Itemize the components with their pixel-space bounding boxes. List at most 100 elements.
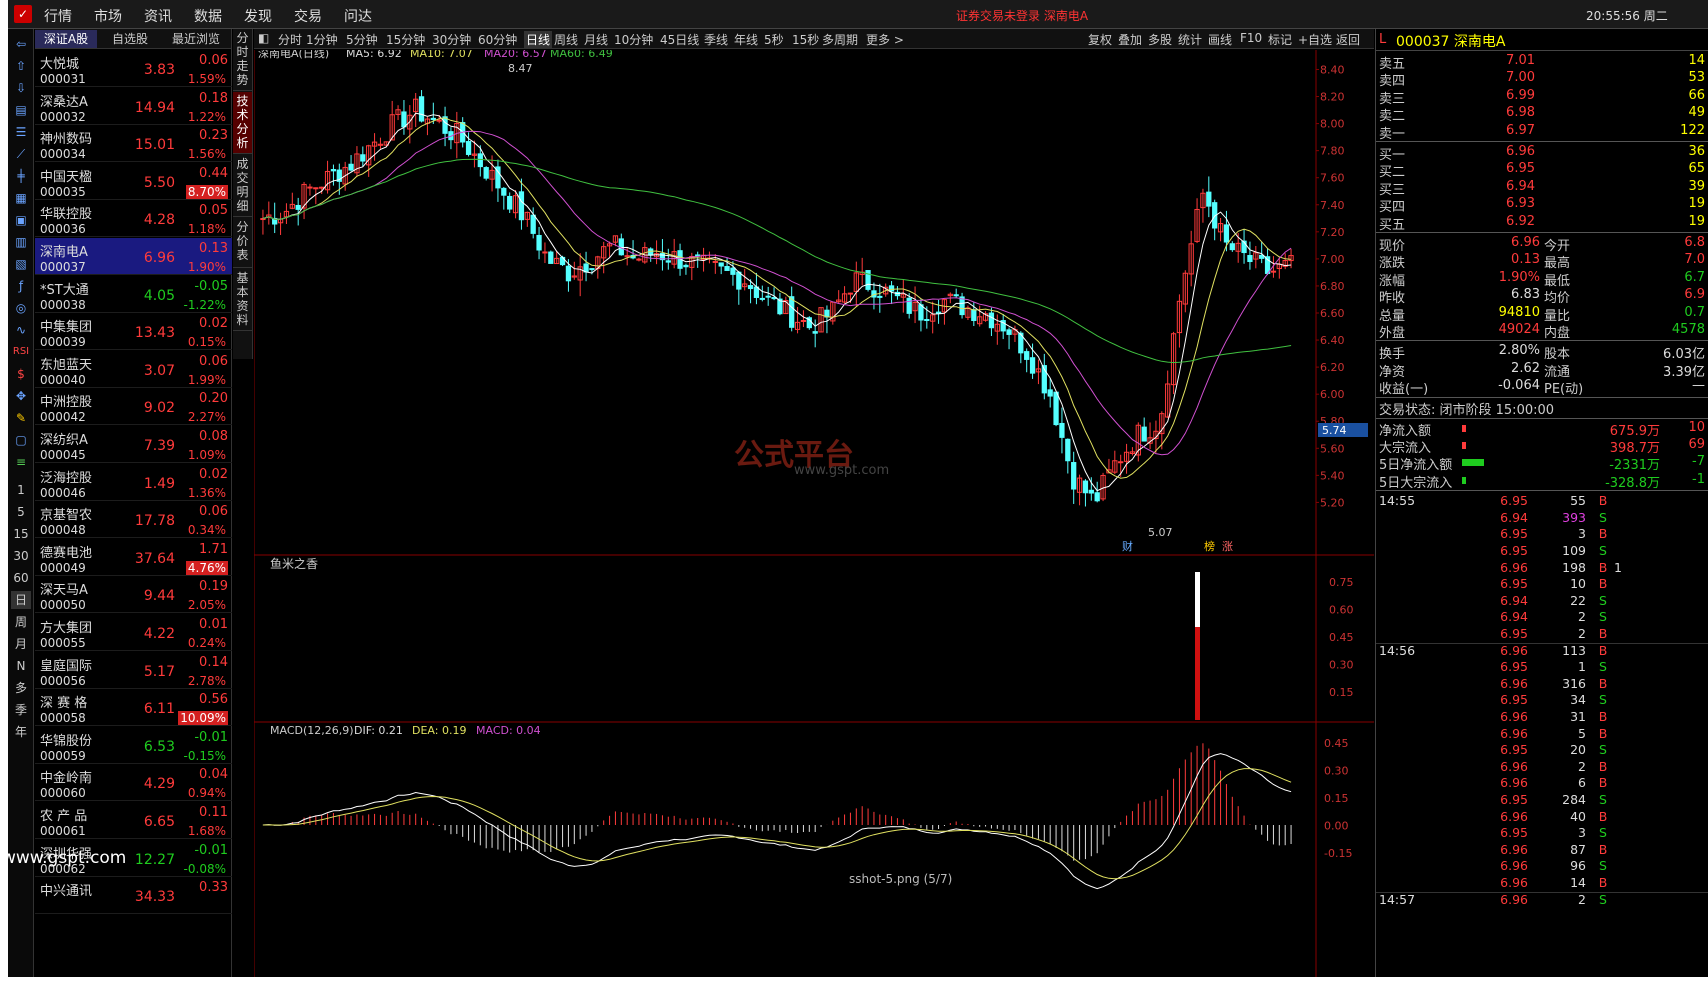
fs-icon[interactable]: ▢	[11, 431, 31, 449]
chart-action-button[interactable]: 多股	[1148, 31, 1172, 48]
stock-row[interactable]: 中集集团 000039 13.43 0.02 0.15%	[35, 313, 232, 351]
period-tab[interactable]: 15分钟	[386, 31, 425, 48]
move-icon[interactable]: ✥	[11, 387, 31, 405]
stock-row[interactable]: 京基智农 000048 17.78 0.06 0.34%	[35, 501, 232, 539]
tab-fundamentals[interactable]: 基本资料	[233, 269, 252, 331]
stock-row[interactable]: 皇庭国际 000056 5.17 0.14 2.78%	[35, 652, 232, 689]
period-tab[interactable]: 5秒	[764, 31, 784, 48]
tab-intraday[interactable]: 分时走势	[233, 29, 252, 91]
pencil-icon[interactable]: ✎	[11, 409, 31, 427]
list-icon[interactable]: ☰	[11, 123, 31, 141]
period-tab[interactable]: 1分钟	[306, 31, 338, 48]
stock-row[interactable]: 泛海控股 000046 1.49 0.02 1.36%	[35, 464, 232, 501]
formula-icon[interactable]: ƒ	[11, 277, 31, 295]
period-tab[interactable]: 日线	[524, 31, 553, 48]
back-arrow-icon[interactable]: ⇦	[11, 35, 31, 53]
chart-action-button[interactable]: 返回	[1336, 31, 1360, 48]
stock-row[interactable]: 华锦股份 000059 6.53 -0.01 -0.15%	[35, 727, 232, 764]
period-week[interactable]: 周	[11, 613, 31, 631]
grid-icon[interactable]: ▦	[11, 189, 31, 207]
tab-price-table[interactable]: 分价表	[233, 218, 252, 268]
menu-market[interactable]: 市场	[94, 6, 122, 26]
tab-recent[interactable]: 最近浏览	[163, 30, 229, 48]
menu-wenda[interactable]: 问达	[344, 6, 372, 26]
stock-row[interactable]: 农 产 品 000061 6.65 0.11 1.68%	[35, 802, 232, 839]
stock-row[interactable]: 大悦城 000031 3.83 0.06 1.59%	[35, 50, 232, 87]
chart-action-button[interactable]: 画线	[1208, 31, 1232, 48]
period-5[interactable]: 5	[11, 503, 31, 521]
period-tab[interactable]: 年线	[734, 31, 758, 48]
stock-row[interactable]: 中国天楹 000035 5.50 0.44 8.70%	[35, 163, 232, 200]
stock-row[interactable]: 德赛电池 000049 37.64 1.71 4.76%	[35, 539, 232, 576]
stock-row[interactable]: 深天马A 000050 9.44 0.19 2.05%	[35, 576, 232, 614]
stock-row[interactable]: *ST大通 000038 4.05 -0.05 -1.22%	[35, 276, 232, 313]
period-year[interactable]: 年	[11, 723, 31, 741]
chart-action-button[interactable]: +自选	[1298, 31, 1332, 48]
fund-icon[interactable]: ▣	[11, 211, 31, 229]
stock-row[interactable]: 神州数码 000034 15.01 0.23 1.56%	[35, 125, 232, 163]
period-60[interactable]: 60	[11, 569, 31, 587]
wave-icon[interactable]: ∿	[11, 321, 31, 339]
menu-discover[interactable]: 发现	[244, 6, 272, 26]
period-30[interactable]: 30	[11, 547, 31, 565]
chart-action-button[interactable]: F10	[1240, 31, 1262, 45]
stock-row[interactable]: 深桑达A 000032 14.94 0.18 1.22%	[35, 88, 232, 125]
period-tab[interactable]: 60分钟	[478, 31, 517, 48]
app-logo-icon[interactable]: ✓	[14, 5, 32, 23]
stock-row[interactable]: 深南电A 000037 6.96 0.13 1.90%	[35, 238, 232, 275]
period-15[interactable]: 15	[11, 525, 31, 543]
down-arrow-icon[interactable]: ⇩	[11, 79, 31, 97]
period-tab[interactable]: 多周期	[822, 31, 858, 48]
stock-row[interactable]: 华联控股 000036 4.28 0.05 1.18%	[35, 200, 232, 238]
period-tab[interactable]: 月线	[584, 31, 608, 48]
period-tab[interactable]: 季线	[704, 31, 728, 48]
table-icon[interactable]: ▥	[11, 233, 31, 251]
period-tab[interactable]: 周线	[554, 31, 578, 48]
stock-row[interactable]: 中金岭南 000060 4.29 0.04 0.94%	[35, 764, 232, 802]
period-n[interactable]: N	[11, 657, 31, 675]
period-quarter[interactable]: 季	[11, 701, 31, 719]
period-1[interactable]: 1	[11, 481, 31, 499]
stock-row[interactable]: 中洲控股 000042 9.02 0.20 2.27%	[35, 388, 232, 426]
stock-row[interactable]: 深 赛 格 000058 6.11 0.56 10.09%	[35, 689, 232, 727]
menu-news[interactable]: 资讯	[144, 6, 172, 26]
period-month[interactable]: 月	[11, 635, 31, 653]
chart-action-button[interactable]: 叠加	[1118, 31, 1142, 48]
layout-icon[interactable]: ◧	[258, 31, 269, 45]
period-tab[interactable]: 45日线	[660, 31, 699, 48]
chart-action-button[interactable]: 统计	[1178, 31, 1202, 48]
up-arrow-icon[interactable]: ⇧	[11, 57, 31, 75]
period-day[interactable]: 日	[11, 591, 31, 609]
compass-icon[interactable]: ◎	[11, 299, 31, 317]
login-warning[interactable]: 证券交易未登录 深南电A	[956, 7, 1088, 24]
chart-area[interactable]: 8.40 8.20 8.00 7.80 7.60 7.40 7.20 7.00 6.80 6.60…	[254, 50, 1374, 977]
period-tab[interactable]: 10分钟	[614, 31, 653, 48]
tab-watchlist[interactable]: 自选股	[99, 30, 161, 48]
tab-technical[interactable]: 技术分析	[233, 92, 252, 154]
chart-line-icon[interactable]: ⟋	[11, 145, 31, 163]
period-tab[interactable]: 30分钟	[432, 31, 471, 48]
menu-market-quotes[interactable]: 行情	[44, 6, 72, 26]
stack-icon[interactable]: ≡	[11, 453, 31, 471]
calendar-icon[interactable]: ▧	[11, 255, 31, 273]
stock-row[interactable]: 方大集团 000055 4.22 0.01 0.24%	[35, 614, 232, 651]
candlestick-icon[interactable]: ╪	[11, 167, 31, 185]
tab-trade-detail[interactable]: 成交明细	[233, 155, 252, 217]
menu-bar: ✓ 行情 市场 资讯 数据 发现 交易 问达 证券交易未登录 深南电A 20:5…	[8, 0, 1708, 29]
tab-shenzhen-a[interactable]: 深证A股	[35, 30, 97, 48]
period-multi[interactable]: 多	[11, 679, 31, 697]
period-tab[interactable]: 5分钟	[346, 31, 378, 48]
period-tab[interactable]: 分时	[278, 31, 302, 48]
dollar-icon[interactable]: $	[11, 365, 31, 383]
menu-trade[interactable]: 交易	[294, 6, 322, 26]
period-tab[interactable]: 更多 >	[866, 31, 904, 48]
rsi-icon[interactable]: RSI	[11, 343, 31, 361]
stock-row[interactable]: 深纺织A 000045 7.39 0.08 1.09%	[35, 426, 232, 463]
chart-action-button[interactable]: 标记	[1268, 31, 1292, 48]
window-icon[interactable]: ▤	[11, 101, 31, 119]
stock-row[interactable]: 东旭蓝天 000040 3.07 0.06 1.99%	[35, 351, 232, 388]
chart-action-button[interactable]: 复权	[1088, 31, 1112, 48]
stock-row[interactable]: 中兴通讯 34.33 0.33	[35, 877, 232, 915]
menu-data[interactable]: 数据	[194, 6, 222, 26]
period-tab[interactable]: 15秒	[792, 31, 819, 48]
